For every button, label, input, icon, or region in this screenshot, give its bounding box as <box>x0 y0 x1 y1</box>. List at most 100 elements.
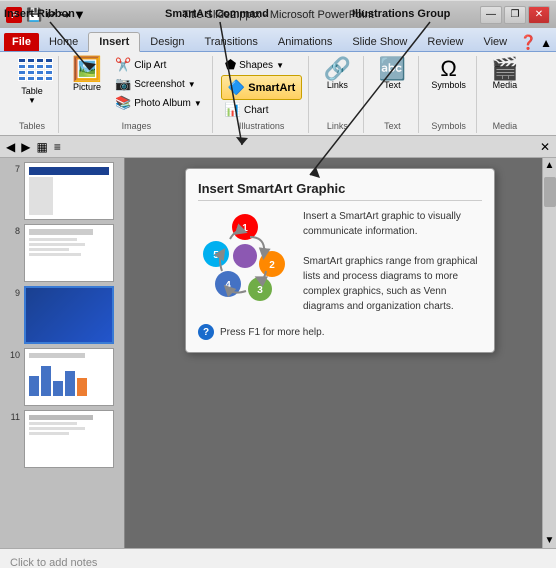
text-group-label: Text <box>372 119 412 131</box>
scroll-down-arrow[interactable]: ▼ <box>543 533 556 548</box>
slide-thumb-9[interactable]: 9 <box>4 286 120 344</box>
svg-text:3: 3 <box>257 285 263 296</box>
minimize-button[interactable]: — <box>480 6 502 24</box>
close-panel-icon[interactable]: ✕ <box>540 140 550 154</box>
clip-art-button[interactable]: ✂️ Clip Art <box>111 56 206 74</box>
links-group-label: Links <box>317 119 357 131</box>
tooltip-title: Insert SmartArt Graphic <box>198 181 482 201</box>
table-button[interactable]: Table ▼ <box>12 56 52 107</box>
undo-button[interactable]: ↩ <box>45 7 56 23</box>
shapes-button[interactable]: ⬟ Shapes ▼ <box>221 56 303 74</box>
slide-num-9: 9 <box>4 286 20 298</box>
chart-button[interactable]: 📊 Chart <box>221 101 303 119</box>
symbols-icon: Ω <box>440 58 456 80</box>
tab-home[interactable]: Home <box>39 33 88 51</box>
clip-art-icon: ✂️ <box>115 57 131 73</box>
picture-icon: 🖼️ <box>72 58 102 82</box>
slide-img-8[interactable] <box>24 224 114 282</box>
ribbon-group-text: 🔤 Text Text <box>366 56 419 133</box>
cycle-diagram: 1 2 3 4 5 <box>198 209 293 304</box>
scroll-bar-right[interactable]: ▲ ▼ <box>542 158 556 548</box>
chart-label: Chart <box>244 105 268 116</box>
tab-animations[interactable]: Animations <box>268 33 342 51</box>
tab-transitions[interactable]: Transitions <box>195 33 268 51</box>
text-button[interactable]: 🔤 Text <box>372 56 412 92</box>
help-text: Press F1 for more help. <box>220 327 324 338</box>
media-button[interactable]: 🎬 Media <box>485 56 525 92</box>
help-icon[interactable]: ❓ <box>520 34 537 51</box>
screenshot-label: Screenshot <box>134 79 185 90</box>
ribbon-group-illustrations: ⬟ Shapes ▼ 🔷 SmartArt 📊 Chart Illustrati… <box>215 56 310 133</box>
picture-button[interactable]: 🖼️ Picture <box>67 56 107 94</box>
tab-review[interactable]: Review <box>417 33 473 51</box>
tooltip-footer: ? Press F1 for more help. <box>198 324 482 340</box>
media-group-label: Media <box>485 119 525 131</box>
svg-text:2: 2 <box>269 260 275 271</box>
smartart-button[interactable]: 🔷 SmartArt <box>221 75 303 100</box>
photo-album-button[interactable]: 📚 Photo Album ▼ <box>111 94 206 112</box>
tab-design[interactable]: Design <box>140 33 194 51</box>
picture-label: Picture <box>73 82 101 92</box>
help-icon: ? <box>198 324 214 340</box>
text-label: Text <box>384 80 401 90</box>
scroll-thumb[interactable] <box>544 177 556 207</box>
redo-button[interactable]: ↪ <box>59 7 70 23</box>
links-label: Links <box>327 80 348 90</box>
svg-text:5: 5 <box>213 250 219 261</box>
shapes-icon: ⬟ <box>225 57 236 73</box>
slide-num-8: 8 <box>4 224 20 236</box>
slide-num-10: 10 <box>4 348 20 360</box>
slide-thumb-11[interactable]: 11 <box>4 410 120 468</box>
links-button[interactable]: 🔗 Links <box>317 56 357 92</box>
smartart-tooltip: Insert SmartArt Graphic 1 2 <box>185 168 495 353</box>
restore-button[interactable]: ❐ <box>504 6 526 24</box>
notes-placeholder: Click to add notes <box>10 557 97 568</box>
back-icon[interactable]: ◀ <box>6 140 15 154</box>
ribbon-body: Table ▼ Tables 🖼️ Picture ✂️ Clip Art <box>0 52 556 136</box>
screenshot-button[interactable]: 📷 Screenshot ▼ <box>111 75 206 93</box>
table-label: Table <box>21 86 43 96</box>
save-button[interactable]: 💾 <box>26 7 42 23</box>
slide-num-11: 11 <box>4 410 20 422</box>
slide-img-9[interactable] <box>24 286 114 344</box>
clip-art-label: Clip Art <box>134 60 166 71</box>
smartart-graphic: 1 2 3 4 5 <box>198 209 293 304</box>
slide-thumb-7[interactable]: 7 <box>4 162 120 220</box>
slide-panel[interactable]: 7 8 <box>0 158 125 548</box>
tab-insert[interactable]: Insert <box>88 32 140 52</box>
table-icon <box>18 58 46 86</box>
links-icon: 🔗 <box>324 58 351 80</box>
notes-bar[interactable]: Click to add notes <box>0 548 556 568</box>
smartart-label: SmartArt <box>248 82 295 94</box>
minimize-ribbon-icon[interactable]: ▲ <box>540 36 552 50</box>
symbols-group-label: Symbols <box>427 119 470 131</box>
close-button[interactable]: ✕ <box>528 6 550 24</box>
svg-text:1: 1 <box>242 223 248 234</box>
slide-img-7[interactable] <box>24 162 114 220</box>
slide-thumb-8[interactable]: 8 <box>4 224 120 282</box>
ribbon-group-images: 🖼️ Picture ✂️ Clip Art 📷 Screenshot ▼ 📚 <box>61 56 213 133</box>
illustrations-group-label: Illustrations <box>221 119 303 131</box>
slide-thumb-10[interactable]: 10 <box>4 348 120 406</box>
text-icon: 🔤 <box>379 58 406 80</box>
tab-file[interactable]: File <box>4 33 39 51</box>
screenshot-icon: 📷 <box>115 76 131 92</box>
tab-slideshow[interactable]: Slide Show <box>342 33 417 51</box>
forward-icon[interactable]: ▶ <box>21 140 30 154</box>
content-area: Insert SmartArt Graphic 1 2 <box>125 158 542 548</box>
media-icon: 🎬 <box>491 58 518 80</box>
symbols-button[interactable]: Ω Symbols <box>427 56 470 92</box>
layout-icon[interactable]: ▦ <box>36 140 47 154</box>
slide-img-11[interactable] <box>24 410 114 468</box>
tab-view[interactable]: View <box>473 33 517 51</box>
section-icon[interactable]: ≡ <box>54 140 61 154</box>
quick-bar: ◀ ▶ ▦ ≡ ✕ <box>0 136 556 158</box>
qa-dropdown[interactable]: ▼ <box>73 7 86 23</box>
shapes-label: Shapes <box>239 60 273 71</box>
slide-img-10[interactable] <box>24 348 114 406</box>
main-area: 7 8 <box>0 158 556 548</box>
ribbon-group-links: 🔗 Links Links <box>311 56 364 133</box>
ribbon-group-symbols: Ω Symbols Symbols <box>421 56 477 133</box>
scroll-up-arrow[interactable]: ▲ <box>543 158 556 173</box>
app-icon: P <box>6 7 22 23</box>
